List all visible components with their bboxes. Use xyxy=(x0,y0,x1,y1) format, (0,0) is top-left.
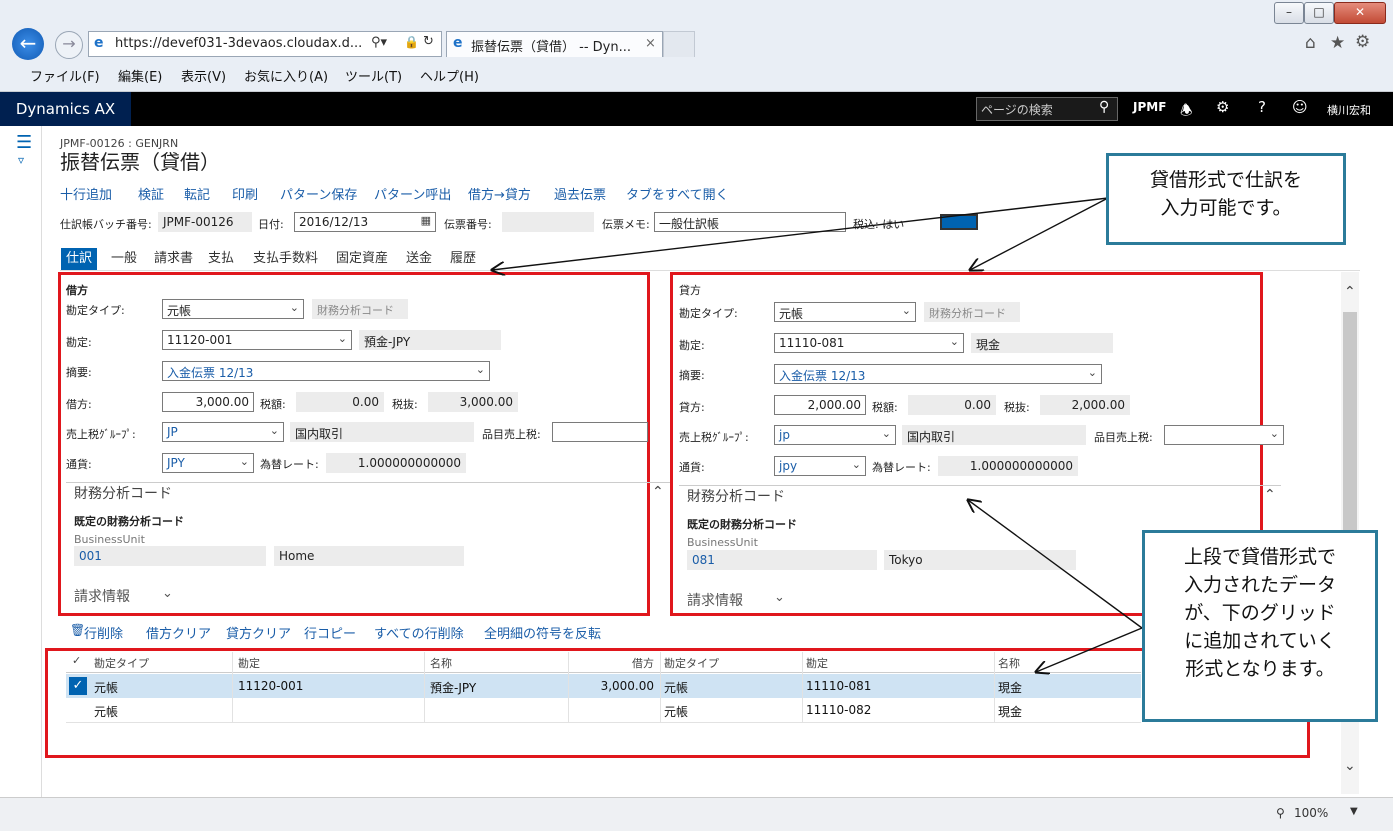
browser-status-bar: ⚲ 100% ▼ xyxy=(0,797,1393,831)
callout-bottom-text: 上段で貸借形式で 入力されたデータ が、下のグリッド に追加されていく 形式とな… xyxy=(1183,546,1336,680)
arrow-to-fd xyxy=(968,500,1143,629)
arrow-to-credit xyxy=(970,197,1109,270)
callout-bottom: 上段で貸借形式で 入力されたデータ が、下のグリッド に追加されていく 形式とな… xyxy=(1142,530,1378,722)
callout-top: 貸借形式で仕訳を 入力可能です。 xyxy=(1106,153,1346,245)
callout-top-text: 貸借形式で仕訳を 入力可能です。 xyxy=(1149,169,1302,219)
arrow-to-debit xyxy=(492,197,1109,270)
zoom-level[interactable]: 100% xyxy=(1294,806,1328,820)
arrow-to-grid xyxy=(1036,627,1143,672)
zoom-icon[interactable]: ⚲ xyxy=(1276,806,1285,820)
zoom-dropdown-icon[interactable]: ▼ xyxy=(1350,806,1358,817)
